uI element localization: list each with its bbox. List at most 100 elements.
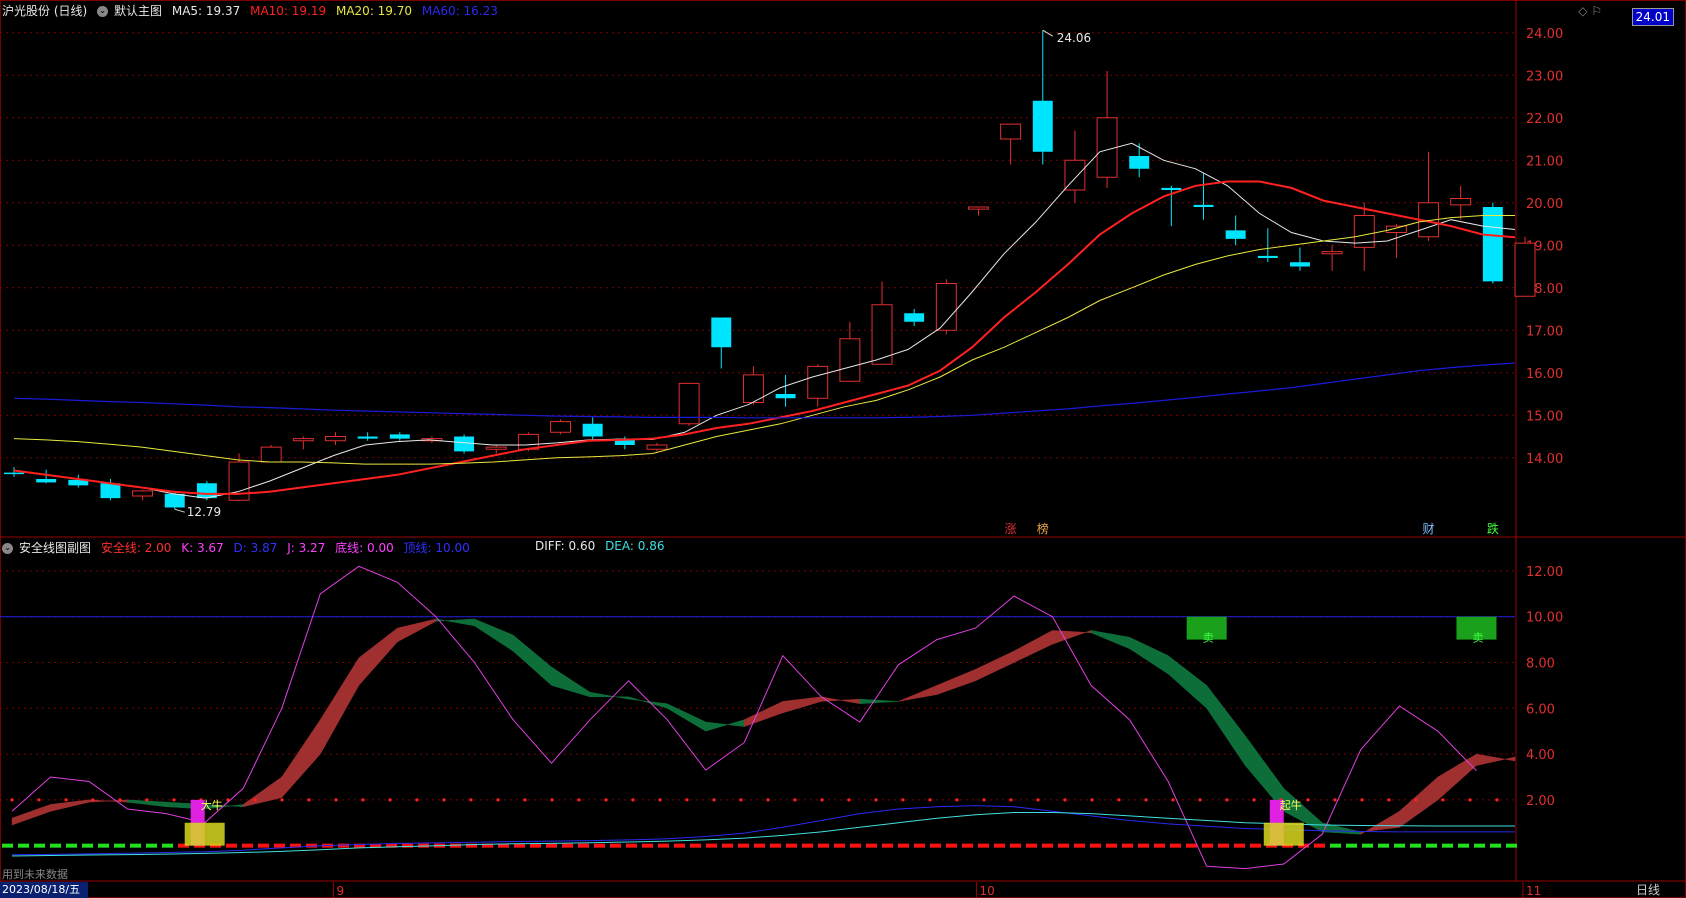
baseline-dash [34, 843, 45, 848]
baseline-dash [1362, 843, 1373, 848]
safe-line-dot [1225, 798, 1229, 802]
candle-body-down [1482, 207, 1503, 282]
candle-body-down [164, 493, 185, 508]
sub-y-tick-label: 10.00 [1526, 611, 1563, 626]
kd-band-segment [1090, 630, 1130, 650]
diff-value: DIFF: 0.60 [535, 539, 596, 553]
baseline-dash [626, 843, 637, 848]
main-chart-label[interactable]: 默认主图 [114, 4, 162, 18]
safe-line-dot [577, 798, 581, 802]
candle-body-up [1321, 251, 1343, 255]
d-value: D: 3.87 [233, 541, 278, 555]
safe-line-dot [658, 798, 662, 802]
bottom-line-value: 底线: 0.00 [335, 541, 394, 555]
sell-signal-label: 卖 [1203, 632, 1214, 645]
price-badge: 24.01 [1631, 8, 1674, 26]
candle-body-down [196, 483, 217, 499]
candle-body-up [550, 421, 571, 433]
safe-line-dot [982, 798, 986, 802]
y-tick-label: 23.00 [1526, 69, 1563, 84]
candle-body-down [1129, 156, 1150, 169]
top-line-value: 顶线: 10.00 [403, 541, 470, 555]
candle-body-up [325, 436, 346, 442]
baseline-dash [930, 843, 941, 848]
period-label[interactable]: 日线 [1636, 882, 1660, 898]
safe-line-dot [1009, 798, 1013, 802]
kd-band-segment [320, 657, 360, 756]
candle-body-down [389, 434, 410, 439]
ma-line-ma60 [13, 362, 1516, 419]
baseline-dash [1218, 843, 1229, 848]
candle-body-down [582, 423, 603, 437]
kd-band-segment [743, 701, 784, 727]
kd-band-segment [859, 698, 899, 704]
safe-line-dot [820, 798, 824, 802]
baseline-dash [1250, 843, 1261, 848]
baseline-dash [722, 843, 733, 848]
safe-line-dot [955, 798, 959, 802]
baseline-dash [1378, 843, 1389, 848]
baseline-dash [690, 843, 701, 848]
safe-line-dot [1306, 798, 1310, 802]
baseline-dash [882, 843, 893, 848]
safe-line-dot [1198, 798, 1202, 802]
candle-body-down [775, 394, 796, 399]
x-tick-label: 11 [1526, 884, 1541, 898]
kd-band-segment [474, 618, 514, 652]
chart-canvas[interactable]: 14.0015.0016.0017.0018.0019.0020.0021.00… [0, 0, 1686, 898]
safe-line-dot [37, 798, 41, 802]
baseline-dash [818, 843, 829, 848]
buy-signal-label: 起牛 [1280, 798, 1302, 812]
baseline-dash [898, 843, 909, 848]
baseline-dash [1346, 843, 1357, 848]
baseline-dash [242, 843, 253, 848]
buy-signal-base [184, 822, 225, 846]
baseline-dash [1234, 843, 1245, 848]
safe-line-dot [334, 798, 338, 802]
safe-line-dot [901, 798, 905, 802]
candle-body-down [357, 436, 378, 439]
baseline-dash [594, 843, 605, 848]
diamond-icon[interactable]: ◇ ⚐ [1578, 4, 1602, 18]
ma-line-ma5 [13, 142, 1516, 499]
y-tick-label: 21.00 [1526, 154, 1563, 169]
baseline-dash [578, 843, 589, 848]
baseline-dash [1426, 843, 1437, 848]
baseline-dash [1394, 843, 1405, 848]
stock-name[interactable]: 沪光股份 (日线) [2, 4, 87, 18]
baseline-dash [1138, 843, 1149, 848]
date-tab[interactable]: 2023/08/18/五 [0, 882, 88, 898]
safe-line-dot [388, 798, 392, 802]
sub-y-tick-label: 4.00 [1526, 748, 1555, 763]
baseline-dash [1090, 843, 1101, 848]
candle-body-down [1032, 100, 1053, 152]
kd-band-segment [975, 650, 1015, 682]
candle-body-up [1514, 242, 1536, 297]
safe-line-dot [523, 798, 527, 802]
baseline-dash [1026, 843, 1037, 848]
sub-chart-label[interactable]: 安全线图副图 [19, 541, 91, 555]
safe-line-dot [550, 798, 554, 802]
safe-line-dot [1414, 798, 1418, 802]
safe-line-dot [604, 798, 608, 802]
candle-body-up [1096, 117, 1118, 178]
baseline-dash [1186, 843, 1197, 848]
safe-line-dot [496, 798, 500, 802]
baseline-dash [914, 843, 925, 848]
baseline-dash [642, 843, 653, 848]
baseline-dash [258, 843, 269, 848]
baseline-dash [674, 843, 685, 848]
low-label-pointer [174, 508, 185, 513]
safe-line-dot [631, 798, 635, 802]
high-price-label: 24.06 [1057, 31, 1091, 45]
candle-body-down [36, 479, 57, 483]
baseline-dash [1106, 843, 1117, 848]
baseline-dash [1058, 843, 1069, 848]
kd-band-segment [1437, 753, 1477, 801]
chevron-down-icon[interactable]: ⌄ [97, 6, 109, 17]
baseline-dash [1490, 843, 1501, 848]
baseline-dash [834, 843, 845, 848]
safe-line-dot [253, 798, 257, 802]
chevron-down-icon[interactable]: ⌄ [2, 543, 13, 554]
kd-band-segment [936, 668, 976, 695]
